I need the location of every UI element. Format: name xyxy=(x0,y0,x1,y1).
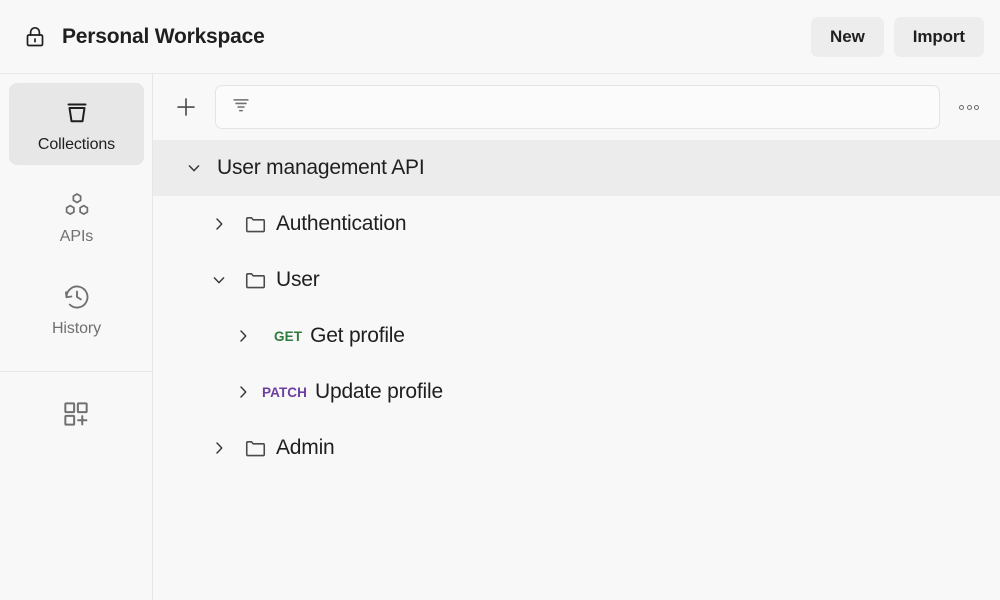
panel-toolbar xyxy=(153,74,1000,140)
tree-row[interactable]: PATCH Update profile xyxy=(153,364,1000,420)
sidebar-item-label: APIs xyxy=(60,227,93,246)
tree-item-label: User xyxy=(276,268,320,292)
method-badge-get: GET xyxy=(274,329,302,344)
add-apps-grid-icon xyxy=(60,398,92,435)
top-bar: Personal Workspace New Import xyxy=(0,0,1000,74)
sidebar-item-history[interactable]: History xyxy=(9,267,144,349)
tree-row[interactable]: Authentication xyxy=(153,196,1000,252)
lock-icon xyxy=(22,24,48,50)
tree-row[interactable]: User management API xyxy=(153,140,1000,196)
filter-lines-icon xyxy=(230,94,252,121)
plus-icon[interactable] xyxy=(171,92,201,122)
folder-icon xyxy=(242,267,268,293)
method-badge-patch: PATCH xyxy=(262,385,307,400)
folder-icon xyxy=(242,435,268,461)
left-rail: Collections APIs xyxy=(0,74,153,600)
tree-item-label: Admin xyxy=(276,436,335,460)
chevron-right-icon[interactable] xyxy=(230,323,256,349)
app-window: Personal Workspace New Import Collection… xyxy=(0,0,1000,600)
tree-row[interactable]: GET Get profile xyxy=(153,308,1000,364)
tree-item-label: Update profile xyxy=(315,380,443,404)
more-dot xyxy=(967,105,972,110)
tree-item-label: Get profile xyxy=(310,324,405,348)
search-filter-box[interactable] xyxy=(215,85,940,129)
chevron-down-icon[interactable] xyxy=(181,155,207,181)
more-dot xyxy=(959,105,964,110)
clock-history-icon xyxy=(62,280,92,314)
sidebar-item-label: History xyxy=(52,319,101,338)
collection-bucket-icon xyxy=(62,96,92,130)
tree-item-label: User management API xyxy=(217,156,424,180)
topbar-actions: New Import xyxy=(811,17,984,57)
tree-row[interactable]: User xyxy=(153,252,1000,308)
import-button[interactable]: Import xyxy=(894,17,984,57)
search-input[interactable] xyxy=(262,99,925,116)
body: Collections APIs xyxy=(0,74,1000,600)
new-button[interactable]: New xyxy=(811,17,884,57)
folder-icon xyxy=(242,211,268,237)
chevron-right-icon[interactable] xyxy=(206,435,232,461)
sidebar-item-label: Collections xyxy=(38,135,115,154)
hexagons-icon xyxy=(62,188,92,222)
sidebar-item-apis[interactable]: APIs xyxy=(9,175,144,257)
chevron-right-icon[interactable] xyxy=(206,211,232,237)
chevron-right-icon[interactable] xyxy=(230,379,256,405)
tree-row[interactable]: Admin xyxy=(153,420,1000,476)
workspace-title: Personal Workspace xyxy=(62,25,265,49)
collection-tree: User management API Authentication xyxy=(153,140,1000,600)
tree-item-label: Authentication xyxy=(276,212,406,236)
more-dot xyxy=(974,105,979,110)
collections-panel: User management API Authentication xyxy=(153,74,1000,600)
chevron-down-icon[interactable] xyxy=(206,267,232,293)
add-apps-button[interactable] xyxy=(0,372,152,435)
more-horizontal-icon[interactable] xyxy=(954,92,984,122)
sidebar-item-collections[interactable]: Collections xyxy=(9,83,144,165)
